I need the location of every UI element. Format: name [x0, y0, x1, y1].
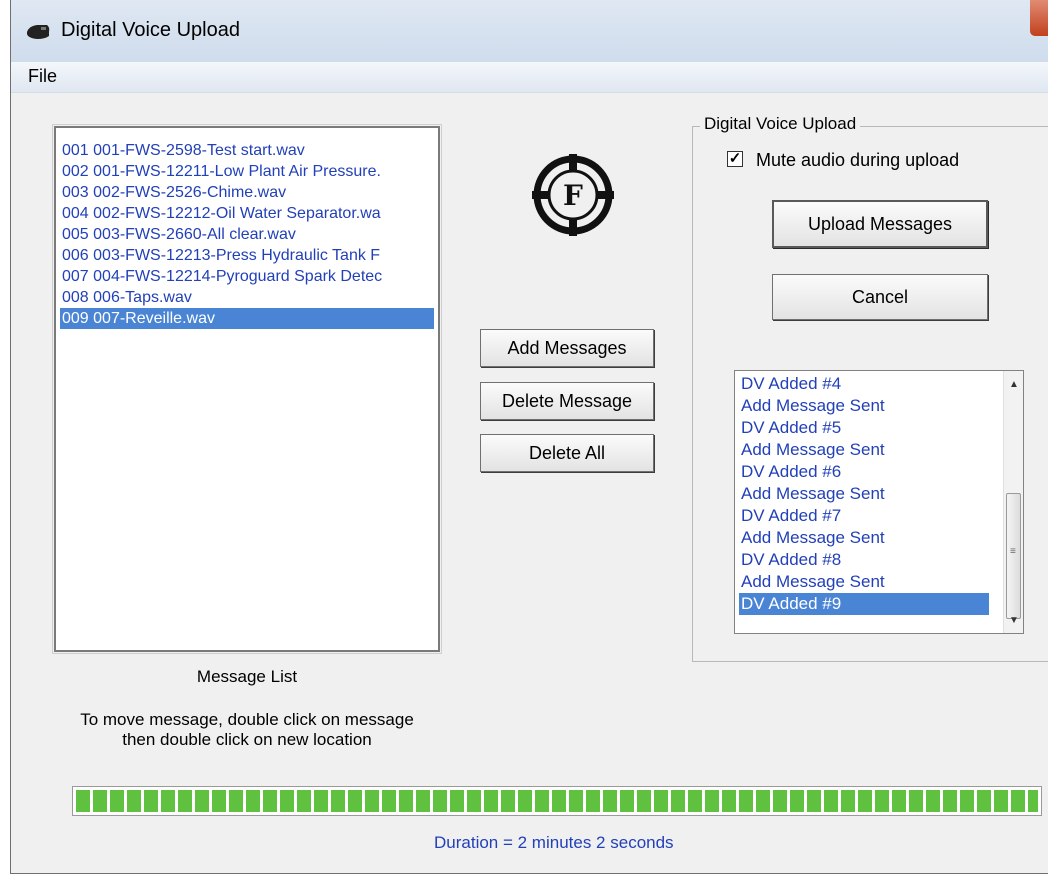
delete-message-button[interactable]: Delete Message — [480, 382, 654, 420]
add-messages-button[interactable]: Add Messages — [480, 329, 654, 367]
window-title: Digital Voice Upload — [61, 19, 240, 41]
menu-file[interactable]: File — [25, 66, 60, 87]
status-items: DV Added #4 Add Message Sent DV Added #5 Ad… — [739, 373, 989, 615]
status-log-listbox[interactable]: DV Added #4 Add Message Sent DV Added #5 Ad… — [734, 370, 1024, 634]
scroll-down-icon[interactable]: ▼ — [1004, 611, 1023, 631]
message-list-caption: Message List — [196, 667, 298, 686]
status-list-item[interactable]: Add Message Sent — [739, 439, 989, 461]
message-list-item[interactable]: 002 001-FWS-12211-Low Plant Air Pressure… — [60, 161, 434, 182]
status-list-item[interactable]: DV Added #8 — [739, 549, 989, 571]
message-items: 001 001-FWS-2598-Test start.wav 002 001-F… — [60, 140, 434, 329]
title-bar: Digital Voice Upload — [11, 0, 1048, 62]
duration-text: Duration = 2 minutes 2 seconds — [434, 833, 674, 852]
message-list-item[interactable]: 004 002-FWS-12212-Oil Water Separator.wa — [60, 203, 434, 224]
status-list-item[interactable]: DV Added #6 — [739, 461, 989, 483]
status-list-item[interactable]: DV Added #5 — [739, 417, 989, 439]
message-list-item[interactable]: 006 003-FWS-12213-Press Hydraulic Tank F — [60, 245, 434, 266]
message-list-item[interactable]: 008 006-Taps.wav — [60, 287, 434, 308]
scroll-thumb[interactable]: ≡ — [1006, 493, 1021, 619]
scroll-up-icon[interactable]: ▲ — [1004, 375, 1023, 395]
progress-fill — [76, 790, 1038, 812]
delete-all-button[interactable]: Delete All — [480, 434, 654, 472]
message-list-item[interactable]: 001 001-FWS-2598-Test start.wav — [60, 140, 434, 161]
message-list-item[interactable]: 009 007-Reveille.wav — [60, 308, 434, 329]
status-list-item[interactable]: DV Added #9 — [739, 593, 989, 615]
close-button[interactable] — [1030, 0, 1048, 36]
mute-audio-checkbox[interactable]: ✓ — [727, 151, 743, 167]
help-text-line1: To move message, double click on message — [80, 710, 414, 729]
upload-group-title: Digital Voice Upload — [700, 114, 861, 134]
status-list-item[interactable]: Add Message Sent — [739, 571, 989, 593]
check-mark-icon: ✓ — [728, 150, 742, 167]
cancel-button[interactable]: Cancel — [772, 274, 988, 320]
svg-text:F: F — [563, 179, 583, 212]
grip-icon: ≡ — [1010, 546, 1016, 557]
message-list-item[interactable]: 007 004-FWS-12214-Pyroguard Spark Detec — [60, 266, 434, 287]
message-list-item[interactable]: 005 003-FWS-2660-All clear.wav — [60, 224, 434, 245]
message-list-item[interactable]: 003 002-FWS-2526-Chime.wav — [60, 182, 434, 203]
menu-bar: File — [11, 62, 1048, 93]
message-listbox[interactable]: 001 001-FWS-2598-Test start.wav 002 001-F… — [52, 124, 442, 654]
status-list-item[interactable]: Add Message Sent — [739, 395, 989, 417]
status-list-item[interactable]: Add Message Sent — [739, 483, 989, 505]
status-list-item[interactable]: DV Added #7 — [739, 505, 989, 527]
radio-device-icon — [27, 25, 50, 39]
mute-audio-label[interactable]: Mute audio during upload — [756, 150, 959, 171]
upload-messages-button[interactable]: Upload Messages — [772, 200, 988, 248]
help-text-line2: then double click on new location — [122, 730, 372, 749]
status-scrollbar[interactable]: ▲ ≡ ▼ — [1003, 371, 1023, 633]
company-logo-icon: F — [532, 154, 614, 236]
upload-progress-bar — [72, 786, 1042, 816]
status-list-item[interactable]: Add Message Sent — [739, 527, 989, 549]
status-list-item[interactable]: DV Added #4 — [739, 373, 989, 395]
